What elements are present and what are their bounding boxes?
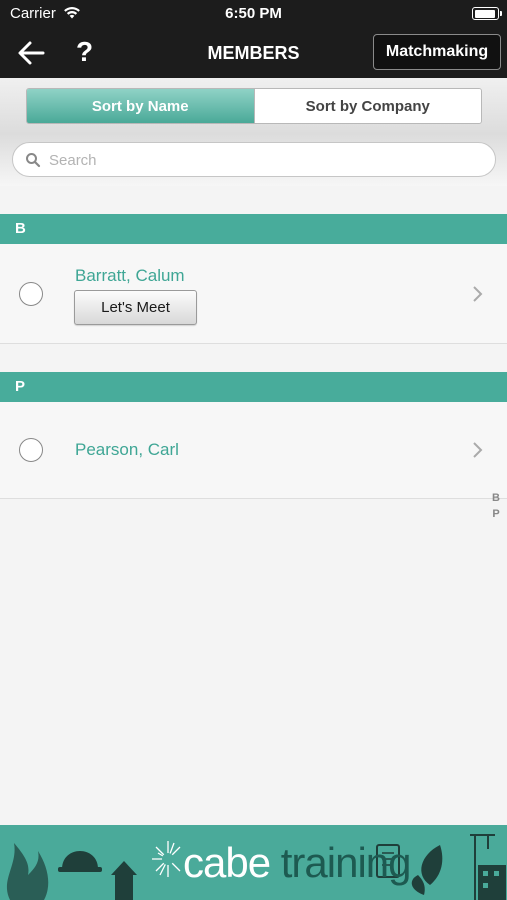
- radio-circle-icon[interactable]: [19, 282, 43, 306]
- radio-circle-icon[interactable]: [19, 438, 43, 462]
- lets-meet-button[interactable]: Let's Meet: [74, 290, 197, 325]
- index-letter[interactable]: P: [490, 506, 502, 522]
- search-bar-area: [0, 134, 507, 186]
- chevron-right-icon: [471, 285, 485, 303]
- section-index-bar[interactable]: B P: [490, 490, 502, 522]
- sort-segmented-control: Sort by Name Sort by Company: [26, 88, 482, 124]
- battery-icon: [472, 7, 502, 20]
- help-button[interactable]: ?: [76, 36, 93, 68]
- search-field[interactable]: [12, 142, 496, 177]
- back-arrow-icon[interactable]: [16, 39, 46, 67]
- sort-by-company-tab[interactable]: Sort by Company: [253, 89, 481, 123]
- search-icon: [25, 152, 41, 168]
- section-header-p: P: [0, 372, 507, 402]
- matchmaking-button[interactable]: Matchmaking: [373, 34, 501, 70]
- sort-toolbar: Sort by Name Sort by Company: [0, 78, 507, 134]
- index-letter[interactable]: B: [490, 490, 502, 506]
- member-row[interactable]: Barratt, Calum Let's Meet: [0, 244, 507, 344]
- navigation-bar: ? MEMBERS Matchmaking: [0, 28, 507, 78]
- section-header-b: B: [0, 214, 507, 244]
- status-bar: Carrier 6:50 PM: [0, 0, 507, 28]
- member-row[interactable]: Pearson, Carl: [0, 402, 507, 499]
- footer-banner: cabe training: [0, 825, 507, 900]
- sort-by-name-tab[interactable]: Sort by Name: [27, 89, 254, 123]
- cabe-training-logo: cabe training: [183, 839, 412, 886]
- member-name: Pearson, Carl: [75, 440, 179, 459]
- chevron-right-icon: [471, 441, 485, 459]
- member-name: Barratt, Calum: [75, 266, 185, 285]
- status-time: 6:50 PM: [225, 5, 282, 22]
- search-input[interactable]: [49, 146, 479, 174]
